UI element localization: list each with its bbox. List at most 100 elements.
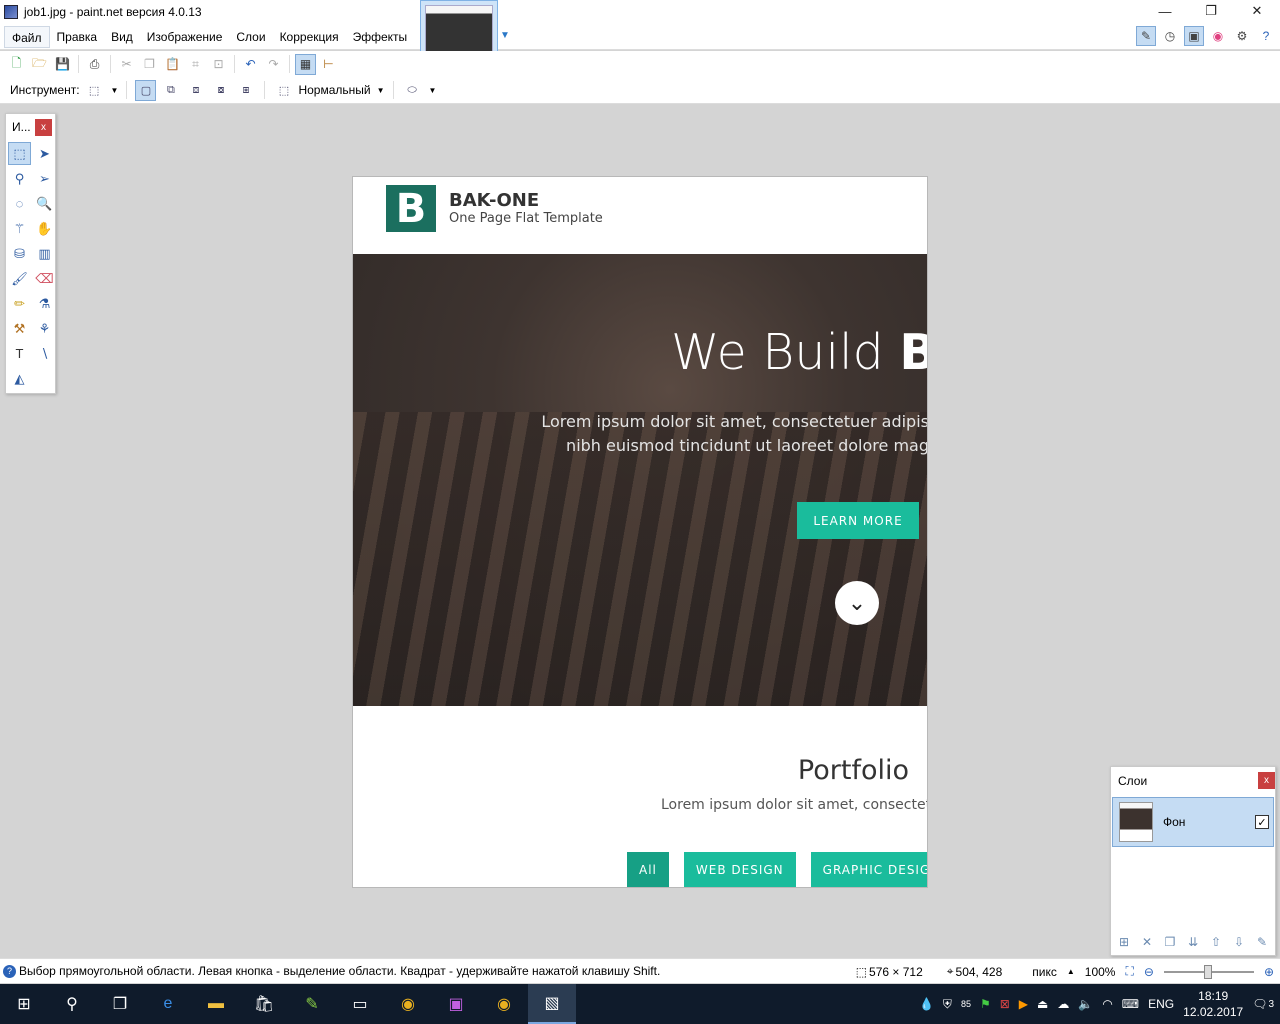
move-selected-icon[interactable]: ➤ <box>33 142 56 165</box>
selection-invert-icon[interactable]: ⧆ <box>235 80 256 101</box>
copy-icon[interactable]: ❐ <box>139 54 160 75</box>
text-tool-icon[interactable]: T <box>8 342 31 365</box>
close-button[interactable]: ✕ <box>1234 0 1280 22</box>
merge-layer-down-icon[interactable]: ⇊ <box>1184 933 1202 951</box>
history-window-toggle-icon[interactable]: ◷ <box>1160 26 1180 46</box>
layers-window-toggle-icon[interactable]: ▣ <box>1184 26 1204 46</box>
zoom-level[interactable]: 100% <box>1085 965 1116 979</box>
ruler-icon[interactable]: ⊢ <box>318 54 339 75</box>
layer-item[interactable]: Фон ✓ <box>1112 797 1274 847</box>
usb-icon[interactable]: ⏏ <box>1037 997 1048 1011</box>
pencil-icon[interactable]: ✏ <box>8 292 31 315</box>
notification-center-icon[interactable]: 🗨 <box>1252 997 1267 1011</box>
selection-intersect-icon[interactable]: ⧇ <box>210 80 231 101</box>
phpstorm-icon[interactable]: ▣ <box>432 984 480 1024</box>
paintnet-taskbar-icon[interactable]: ▧ <box>528 984 576 1024</box>
menu-adjustments[interactable]: Коррекция <box>273 26 346 48</box>
delete-layer-icon[interactable]: ✕ <box>1138 933 1156 951</box>
layer-properties-icon[interactable]: ✎ <box>1253 933 1271 951</box>
color-picker-icon[interactable]: ⚗ <box>33 292 56 315</box>
zoom-slider[interactable] <box>1163 964 1254 979</box>
antivirus-icon[interactable]: ⊠ <box>1000 997 1010 1011</box>
colors-window-toggle-icon[interactable]: ◉ <box>1208 26 1228 46</box>
chevron-down-icon[interactable]: ▼ <box>111 86 119 95</box>
new-file-icon[interactable]: 🗋 <box>6 54 27 75</box>
edge-browser-icon[interactable]: e <box>144 984 192 1024</box>
rectangle-select-icon[interactable]: ⬚ <box>8 142 31 165</box>
menu-view[interactable]: Вид <box>104 26 140 48</box>
pan-hand-icon[interactable]: ✋ <box>33 217 56 240</box>
shield-icon[interactable]: ⛨ <box>943 997 952 1012</box>
layer-visibility-checkbox[interactable]: ✓ <box>1255 815 1269 829</box>
clone-stamp-icon[interactable]: ⚒ <box>8 317 31 340</box>
cut-icon[interactable]: ✂ <box>116 54 137 75</box>
help-icon[interactable]: ? <box>1256 26 1276 46</box>
tools-window-toggle-icon[interactable]: ✎ <box>1136 26 1156 46</box>
keyboard-icon[interactable]: ⌨ <box>1122 997 1139 1011</box>
minimize-button[interactable]: — <box>1142 0 1188 22</box>
selection-replace-icon[interactable]: ▢ <box>135 79 157 101</box>
image-list-dropdown-icon[interactable]: ▼ <box>500 30 510 41</box>
antialiasing-icon[interactable]: ⬭ <box>402 80 423 101</box>
layers-window-close-button[interactable]: x <box>1258 772 1275 789</box>
add-layer-icon[interactable]: ⊞ <box>1115 933 1133 951</box>
tools-window-header[interactable]: И... x <box>6 114 55 140</box>
move-layer-up-icon[interactable]: ⇧ <box>1207 933 1225 951</box>
chrome-icon[interactable]: ◉ <box>384 984 432 1024</box>
chevron-up-icon[interactable]: ▲ <box>1067 967 1075 976</box>
duplicate-layer-icon[interactable]: ❐ <box>1161 933 1179 951</box>
move-selection-icon[interactable]: ➢ <box>33 167 56 190</box>
blend-mode-select[interactable]: Нормальный <box>298 83 370 97</box>
recolor-icon[interactable]: ⚘ <box>33 317 56 340</box>
move-layer-down-icon[interactable]: ⇩ <box>1230 933 1248 951</box>
paintbrush-icon[interactable]: 🖌 <box>8 267 31 290</box>
magic-wand-icon[interactable]: ⚚ <box>8 217 31 240</box>
chrome-icon-2[interactable]: ◉ <box>480 984 528 1024</box>
menu-image[interactable]: Изображение <box>140 26 230 48</box>
save-icon[interactable]: 💾 <box>52 54 73 75</box>
zoom-icon[interactable]: 🔍 <box>33 192 56 215</box>
menu-effects[interactable]: Эффекты <box>346 26 415 48</box>
paste-icon[interactable]: 📋 <box>162 54 183 75</box>
open-file-icon[interactable]: 🗁 <box>29 54 50 75</box>
paint-bucket-icon[interactable]: ⛁ <box>8 242 31 265</box>
onedrive-icon[interactable]: ☁ <box>1057 997 1069 1011</box>
lasso-select-icon[interactable]: ⚲ <box>8 167 31 190</box>
line-curve-icon[interactable]: ∖ <box>33 342 56 365</box>
volume-icon[interactable]: 🔈 <box>1078 997 1093 1011</box>
task-view-icon[interactable]: ❐ <box>96 984 144 1024</box>
settings-gear-icon[interactable]: ⚙ <box>1232 26 1252 46</box>
menu-edit[interactable]: Правка <box>50 26 105 48</box>
print-icon[interactable]: ⎙ <box>84 54 105 75</box>
wifi-icon[interactable]: ◠ <box>1102 997 1112 1011</box>
eraser-icon[interactable]: ⌫ <box>33 267 56 290</box>
language-indicator[interactable]: ENG <box>1148 997 1174 1011</box>
image-canvas[interactable]: B BAK-ONE One Page Flat Template We Buil… <box>352 176 928 888</box>
search-icon[interactable]: ⚲ <box>48 984 96 1024</box>
flag-icon[interactable]: ⚑ <box>980 997 991 1011</box>
gradient-icon[interactable]: ▥ <box>33 242 56 265</box>
shapes-icon[interactable]: ◭ <box>8 367 31 390</box>
zoom-slider-thumb[interactable] <box>1203 964 1212 979</box>
undo-icon[interactable]: ↶ <box>240 54 261 75</box>
store-icon[interactable]: 🛍 <box>240 984 288 1024</box>
zoom-out-icon[interactable]: ⊖ <box>1144 965 1154 979</box>
selection-exclude-icon[interactable]: ⧈ <box>185 80 206 101</box>
zoom-to-window-icon[interactable]: ⛶ <box>1125 964 1133 979</box>
media-icon[interactable]: ▶ <box>1019 997 1028 1011</box>
tools-window-close-button[interactable]: x <box>35 118 52 136</box>
file-explorer-icon[interactable]: ▬ <box>192 984 240 1024</box>
menu-file[interactable]: Файл <box>4 25 50 48</box>
clock[interactable]: 18:19 12.02.2017 <box>1183 988 1243 1020</box>
chevron-down-icon[interactable]: ▼ <box>377 86 385 95</box>
layers-window-header[interactable]: Слои x <box>1111 767 1275 794</box>
zoom-in-icon[interactable]: ⊕ <box>1264 965 1274 979</box>
selection-union-icon[interactable]: ⧉ <box>160 80 181 101</box>
units-select[interactable]: пикс <box>1032 965 1057 979</box>
rectangle-select-tool-icon[interactable]: ⬚ <box>84 80 105 101</box>
notepad-plus-icon[interactable]: ✎ <box>288 984 336 1024</box>
menu-layers[interactable]: Слои <box>229 26 272 48</box>
grid-icon[interactable]: ▦ <box>295 53 316 75</box>
redo-icon[interactable]: ↷ <box>263 54 284 75</box>
droplet-icon[interactable]: 💧 <box>919 997 934 1011</box>
